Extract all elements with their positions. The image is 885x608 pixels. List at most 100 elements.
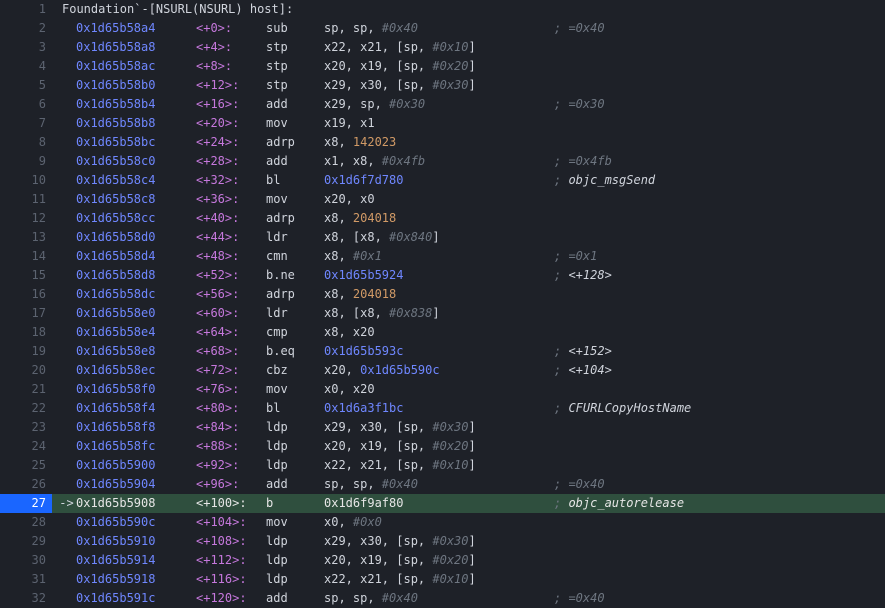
operand-register: ]	[469, 78, 476, 92]
operand-immediate: =0x4fb	[568, 154, 611, 168]
line-number: 31	[0, 570, 52, 589]
comment-punct: ;	[554, 268, 568, 282]
instruction-address: 0x1d65b590c	[76, 515, 155, 529]
disassembly-line[interactable]: 28 0x1d65b590c <+104>: mov x0, #0x0	[0, 513, 885, 532]
operand-immediate: #0x10	[432, 40, 468, 54]
line-content: 0x1d65b58a4 <+0>: sub sp, sp, #0x40 ; =0…	[52, 19, 885, 38]
disassembly-line[interactable]: 7 0x1d65b58b8 <+20>: mov x19, x1	[0, 114, 885, 133]
disassembly-line[interactable]: 25 0x1d65b5900 <+92>: ldp x22, x21, [sp,…	[0, 456, 885, 475]
operand-immediate: #0x0	[353, 515, 382, 529]
disassembly-line[interactable]: 31 0x1d65b5918 <+116>: ldp x22, x21, [sp…	[0, 570, 885, 589]
instruction-address: 0x1d65b58a4	[76, 21, 155, 35]
line-content: 0x1d65b58c0 <+28>: add x1, x8, #0x4fb ; …	[52, 152, 885, 171]
disassembly-line[interactable]: 9 0x1d65b58c0 <+28>: add x1, x8, #0x4fb …	[0, 152, 885, 171]
disassembly-line[interactable]: 16 0x1d65b58dc <+56>: adrp x8, 204018	[0, 285, 885, 304]
line-number: 32	[0, 589, 52, 608]
disassembly-line[interactable]: 30 0x1d65b5914 <+112>: ldp x20, x19, [sp…	[0, 551, 885, 570]
disassembly-line[interactable]: 27 -> 0x1d65b5908 <+100>: b 0x1d6f9af80 …	[0, 494, 885, 513]
instruction-mnemonic: ldp	[266, 439, 288, 453]
instruction-offset: <+108>:	[196, 534, 247, 548]
disassembly-line[interactable]: 19 0x1d65b58e8 <+68>: b.eq 0x1d65b593c ;…	[0, 342, 885, 361]
line-content: 0x1d65b58d0 <+44>: ldr x8, [x8, #0x840]	[52, 228, 885, 247]
instruction-mnemonic: stp	[266, 78, 288, 92]
line-number: 30	[0, 551, 52, 570]
instruction-offset: <+104>:	[196, 515, 247, 529]
instruction-mnemonic: bl	[266, 401, 280, 415]
disassembly-line[interactable]: 24 0x1d65b58fc <+88>: ldp x20, x19, [sp,…	[0, 437, 885, 456]
instruction-operands: 0x1d6f9af80	[324, 494, 554, 513]
instruction-address: 0x1d65b5910	[76, 534, 155, 548]
instruction-mnemonic: add	[266, 97, 288, 111]
instruction-address: 0x1d65b58f4	[76, 401, 155, 415]
instruction-comment: ; <+104>	[554, 361, 885, 380]
line-content: 0x1d65b58c8 <+36>: mov x20, x0	[52, 190, 885, 209]
operand-address: 0x1d6f9af80	[324, 496, 403, 510]
disassembly-line[interactable]: 17 0x1d65b58e0 <+60>: ldr x8, [x8, #0x83…	[0, 304, 885, 323]
disassembly-line[interactable]: 23 0x1d65b58f8 <+84>: ldp x29, x30, [sp,…	[0, 418, 885, 437]
symbol-header: Foundation`-[NSURL(NSURL) host]:	[52, 0, 293, 19]
disassembly-line[interactable]: 29 0x1d65b5910 <+108>: ldp x29, x30, [sp…	[0, 532, 885, 551]
line-number: 10	[0, 171, 52, 190]
operand-immediate: =0x40	[568, 591, 604, 605]
instruction-mnemonic: adrp	[266, 211, 295, 225]
line-content: 0x1d65b591c <+120>: add sp, sp, #0x40 ; …	[52, 589, 885, 608]
line-content: 0x1d65b58e4 <+64>: cmp x8, x20	[52, 323, 885, 342]
line-number: 16	[0, 285, 52, 304]
disassembly-header-line: 1 Foundation`-[NSURL(NSURL) host]:	[0, 0, 885, 19]
disassembly-line[interactable]: 4 0x1d65b58ac <+8>: stp x20, x19, [sp, #…	[0, 57, 885, 76]
disassembly-line[interactable]: 12 0x1d65b58cc <+40>: adrp x8, 204018	[0, 209, 885, 228]
disassembly-line[interactable]: 26 0x1d65b5904 <+96>: add sp, sp, #0x40 …	[0, 475, 885, 494]
instruction-mnemonic: bl	[266, 173, 280, 187]
instruction-address: 0x1d65b58bc	[76, 135, 155, 149]
disassembly-line[interactable]: 15 0x1d65b58d8 <+52>: b.ne 0x1d65b5924 ;…	[0, 266, 885, 285]
instruction-operands: x8, [x8, #0x838]	[324, 304, 554, 323]
instruction-operands: x0, #0x0	[324, 513, 554, 532]
operand-register: x22, x21, [sp,	[324, 572, 432, 586]
line-number: 22	[0, 399, 52, 418]
disassembly-line[interactable]: 8 0x1d65b58bc <+24>: adrp x8, 142023	[0, 133, 885, 152]
line-content: 0x1d65b58bc <+24>: adrp x8, 142023	[52, 133, 885, 152]
instruction-mnemonic: add	[266, 154, 288, 168]
line-number: 9	[0, 152, 52, 171]
disassembly-line[interactable]: 2 0x1d65b58a4 <+0>: sub sp, sp, #0x40 ; …	[0, 19, 885, 38]
disassembly-line[interactable]: 3 0x1d65b58a8 <+4>: stp x22, x21, [sp, #…	[0, 38, 885, 57]
operand-register: x8,	[324, 287, 353, 301]
current-line-arrow-icon: ->	[52, 494, 76, 513]
operand-immediate: #0x30	[432, 420, 468, 434]
instruction-mnemonic: add	[266, 591, 288, 605]
line-number: 4	[0, 57, 52, 76]
disassembly-view[interactable]: 1 Foundation`-[NSURL(NSURL) host]: 2 0x1…	[0, 0, 885, 608]
instruction-operands: x20, x19, [sp, #0x20]	[324, 57, 554, 76]
comment-punct: ;	[554, 401, 568, 415]
instruction-offset: <+56>:	[196, 287, 239, 301]
instruction-address: 0x1d65b5914	[76, 553, 155, 567]
instruction-mnemonic: cmn	[266, 249, 288, 263]
disassembly-line[interactable]: 10 0x1d65b58c4 <+32>: bl 0x1d6f7d780 ; o…	[0, 171, 885, 190]
disassembly-line[interactable]: 5 0x1d65b58b0 <+12>: stp x29, x30, [sp, …	[0, 76, 885, 95]
disassembly-line[interactable]: 14 0x1d65b58d4 <+48>: cmn x8, #0x1 ; =0x…	[0, 247, 885, 266]
instruction-comment: ; <+128>	[554, 266, 885, 285]
instruction-address: 0x1d65b58cc	[76, 211, 155, 225]
instruction-address: 0x1d65b58d0	[76, 230, 155, 244]
operand-register: sp, sp,	[324, 591, 382, 605]
operand-register: x8, [x8,	[324, 230, 389, 244]
disassembly-line[interactable]: 18 0x1d65b58e4 <+64>: cmp x8, x20	[0, 323, 885, 342]
operand-immediate: #0x840	[389, 230, 432, 244]
line-content: 0x1d65b58d8 <+52>: b.ne 0x1d65b5924 ; <+…	[52, 266, 885, 285]
line-number: 26	[0, 475, 52, 494]
line-content: 0x1d65b58f8 <+84>: ldp x29, x30, [sp, #0…	[52, 418, 885, 437]
disassembly-line[interactable]: 32 0x1d65b591c <+120>: add sp, sp, #0x40…	[0, 589, 885, 608]
line-content: 0x1d65b58e0 <+60>: ldr x8, [x8, #0x838]	[52, 304, 885, 323]
instruction-address: 0x1d65b5904	[76, 477, 155, 491]
instruction-operands: x1, x8, #0x4fb	[324, 152, 554, 171]
disassembly-line[interactable]: 6 0x1d65b58b4 <+16>: add x29, sp, #0x30 …	[0, 95, 885, 114]
line-content: 0x1d65b58b4 <+16>: add x29, sp, #0x30 ; …	[52, 95, 885, 114]
instruction-address: 0x1d65b58e0	[76, 306, 155, 320]
disassembly-line[interactable]: 11 0x1d65b58c8 <+36>: mov x20, x0	[0, 190, 885, 209]
disassembly-line[interactable]: 21 0x1d65b58f0 <+76>: mov x0, x20	[0, 380, 885, 399]
disassembly-line[interactable]: 13 0x1d65b58d0 <+44>: ldr x8, [x8, #0x84…	[0, 228, 885, 247]
disassembly-line[interactable]: 22 0x1d65b58f4 <+80>: bl 0x1d6a3f1bc ; C…	[0, 399, 885, 418]
disassembly-line[interactable]: 20 0x1d65b58ec <+72>: cbz x20, 0x1d65b59…	[0, 361, 885, 380]
line-content: 0x1d65b58b0 <+12>: stp x29, x30, [sp, #0…	[52, 76, 885, 95]
instruction-address: 0x1d65b58ec	[76, 363, 155, 377]
